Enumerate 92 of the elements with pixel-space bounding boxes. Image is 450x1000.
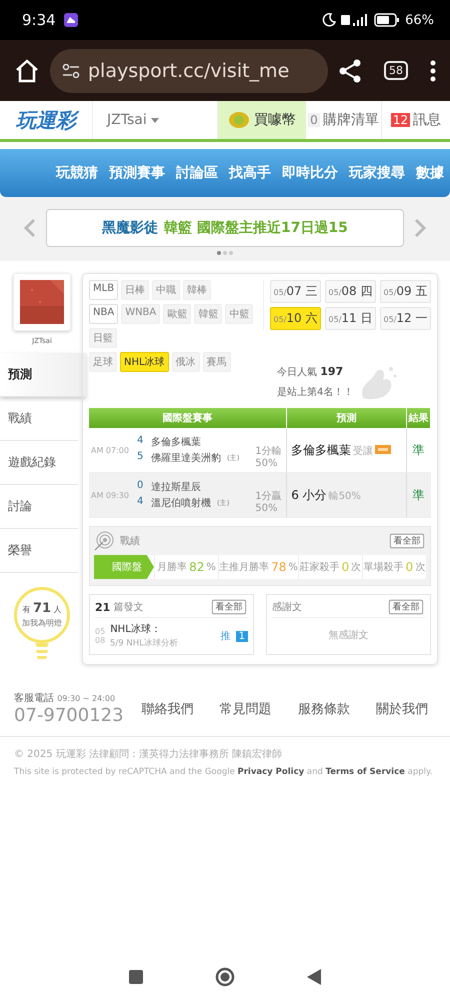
- moon-icon: [322, 13, 336, 27]
- nav-link[interactable]: 預測賽事: [109, 164, 165, 182]
- panel-title: 感謝文: [272, 600, 302, 614]
- url-text: playsport.cc/visit_me: [88, 60, 290, 82]
- stat-item: 單場殺手 0 次: [362, 555, 426, 579]
- target-icon: [94, 531, 114, 551]
- nav-link[interactable]: 討論區: [176, 164, 218, 182]
- score: 5: [136, 451, 144, 464]
- rank-text: 是站上第4名！！: [277, 386, 354, 399]
- battery-icon: [374, 13, 400, 27]
- signal-icon: [341, 13, 370, 27]
- line-percent: 50%: [255, 503, 278, 514]
- date-tab[interactable]: 05/10 六: [270, 307, 321, 330]
- team-name: 溫尼伯噴射機: [150, 496, 211, 510]
- site-logo[interactable]: 玩運彩: [0, 101, 93, 139]
- date-tab[interactable]: 05/11 日: [325, 307, 376, 330]
- league-tab[interactable]: NBA: [89, 304, 118, 324]
- caret-icon: [150, 118, 159, 122]
- share-icon[interactable]: [338, 58, 362, 82]
- footer-link[interactable]: 常見問題: [212, 700, 280, 718]
- back-icon[interactable]: [307, 969, 321, 985]
- battery-level: 66%: [405, 12, 434, 28]
- view-all-button[interactable]: 看全部: [212, 600, 246, 614]
- recaptcha-notice: This site is protected by reCAPTCHA and the Google Privacy Policy and Terms of Service apply.: [13, 766, 434, 777]
- score: 4: [136, 435, 144, 448]
- line-percent: 50%: [255, 458, 278, 469]
- home-icon[interactable]: [215, 967, 235, 987]
- stat-item: 月勝率 82 %: [154, 555, 218, 579]
- stat-item: 主推月勝率 78 %: [218, 555, 298, 579]
- nav-link[interactable]: 玩競猜: [56, 164, 98, 182]
- stat-item: 莊家殺手 0 次: [298, 555, 362, 579]
- nav-link[interactable]: 數據: [416, 164, 444, 182]
- hours-text: 客服電話 09:30 ~ 24:00: [14, 692, 116, 705]
- menu-icon[interactable]: [430, 60, 436, 82]
- buy-coins-button[interactable]: 買噱幣: [218, 101, 306, 139]
- team-name: 多倫多楓葉: [150, 436, 201, 449]
- view-all-button[interactable]: 看全部: [390, 534, 424, 548]
- team-name: 達拉斯星辰: [150, 480, 201, 494]
- promo-banner[interactable]: 黑魔影徒 韓籃 國際盤主推近17日過15: [46, 209, 404, 247]
- record-title: 戰績: [120, 534, 140, 548]
- count-badge: 12: [390, 113, 410, 127]
- score: 4: [136, 496, 144, 509]
- date-tab[interactable]: 05/12 一: [380, 307, 431, 330]
- score: 0: [136, 480, 144, 493]
- coin-icon: [228, 111, 250, 129]
- pick-text: 多倫多楓葉: [291, 442, 352, 456]
- address-bar[interactable]: playsport.cc/visit_me: [50, 48, 328, 92]
- post-count: 21: [95, 600, 110, 614]
- footer-link[interactable]: 關於我們: [368, 700, 436, 718]
- pick-note: 輸50%: [328, 490, 361, 502]
- date-tab[interactable]: 05/08 四: [325, 280, 376, 303]
- view-all-button[interactable]: 看全部: [388, 600, 424, 614]
- profile-menu-item[interactable]: 預測: [0, 353, 86, 397]
- carousel-dot[interactable]: [229, 251, 233, 255]
- nav-link[interactable]: 即時比分: [282, 164, 338, 182]
- fans-bulb[interactable]: 有 71 人 加我為明燈: [14, 587, 70, 643]
- clock: 9:34: [22, 11, 56, 29]
- popularity-text: 今日人氣 197: [277, 365, 344, 379]
- team-name: 佛羅里達美洲豹: [150, 452, 221, 465]
- profile-menu-item[interactable]: 榮譽: [0, 529, 78, 573]
- line-result: 1分贏: [255, 490, 283, 503]
- empty-message: 無感謝文: [328, 628, 370, 642]
- nav-link[interactable]: 找高手: [229, 164, 271, 182]
- post-item[interactable]: 05 08 NHL冰球： 5/9 NHL冰球分析 推 1: [95, 622, 248, 650]
- panel-title: 篇發文: [113, 600, 144, 614]
- profile-menu-item[interactable]: 討論: [0, 485, 78, 529]
- line-result: 1分輸: [255, 445, 283, 458]
- tune-icon[interactable]: [62, 64, 80, 78]
- column-header: 結果: [406, 408, 430, 428]
- nav-link[interactable]: 玩家搜尋: [349, 164, 405, 182]
- pick-text: 6 小分: [291, 488, 327, 502]
- column-header: 預測: [286, 408, 406, 428]
- pick-note: 受讓: [353, 446, 374, 456]
- footer-link[interactable]: 聯絡我們: [134, 700, 202, 718]
- date-tab[interactable]: 05/09 五: [380, 280, 431, 303]
- copyright-text: © 2025 玩運彩 法律顧問：漢英得力法律事務所 陳鎮宏律師: [13, 748, 284, 761]
- tab-count-button[interactable]: 58: [384, 61, 408, 80]
- league-tab[interactable]: NHL冰球: [120, 352, 169, 372]
- messages-link[interactable]: 12 訊息: [382, 101, 450, 139]
- profile-menu-item[interactable]: 遊戲紀錄: [0, 441, 78, 485]
- game-time: AM 09:30: [89, 472, 130, 518]
- cart-link[interactable]: 0 購牌清單: [306, 101, 382, 139]
- profile-menu-item[interactable]: 戰績: [0, 397, 78, 441]
- carousel-dot[interactable]: [217, 251, 221, 255]
- carousel-dot[interactable]: [223, 251, 227, 255]
- count-badge: 0: [308, 113, 320, 127]
- column-header: 國際盤賽事: [89, 408, 287, 428]
- phone-number: 07-9700123: [14, 705, 124, 726]
- league-tab[interactable]: MLB: [89, 280, 118, 300]
- date-tab[interactable]: 05/07 三: [270, 280, 321, 303]
- footer-link[interactable]: 服務條款: [290, 700, 358, 718]
- result-mark: 準: [406, 472, 430, 518]
